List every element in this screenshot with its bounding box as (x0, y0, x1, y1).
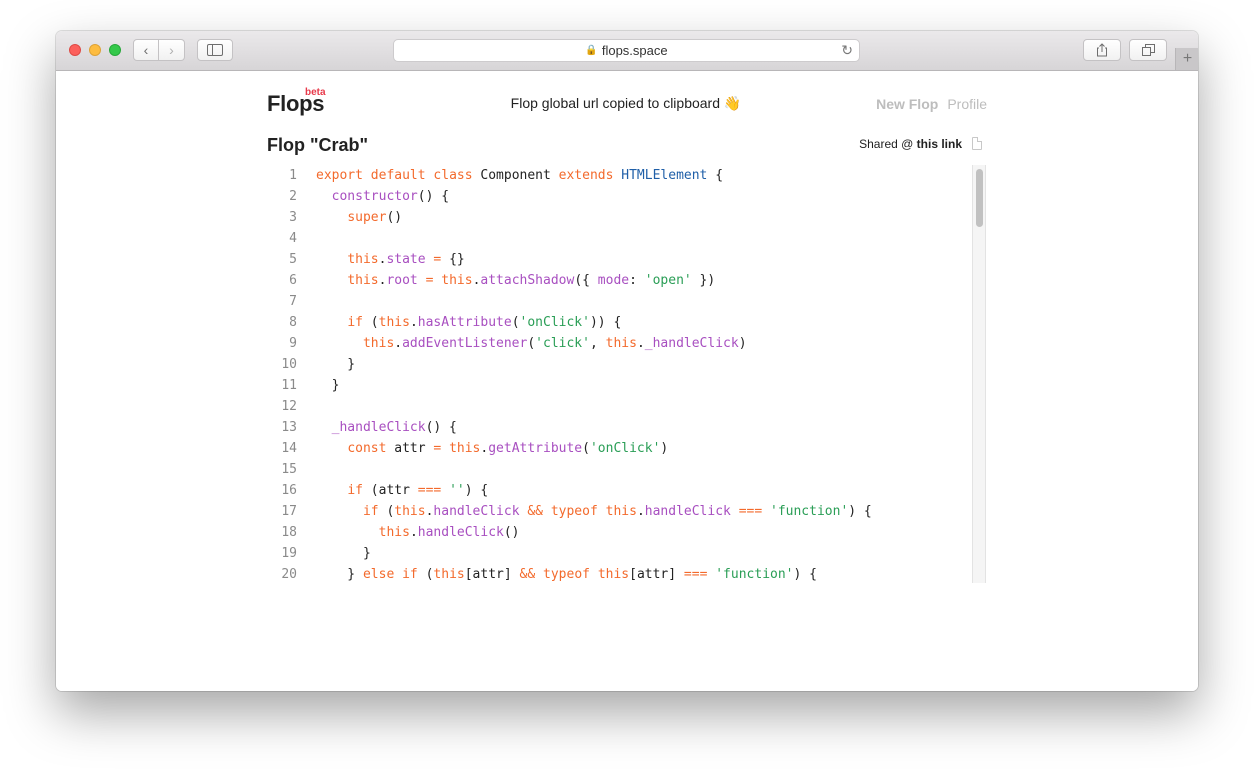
chevron-right-icon: › (169, 42, 174, 58)
minimize-window-button[interactable] (89, 44, 101, 56)
share-icon (1097, 43, 1107, 57)
code-line[interactable]: 18 this.handleClick() (267, 522, 987, 543)
code-line[interactable]: 2 constructor() { (267, 186, 987, 207)
code-text[interactable]: this.state = {} (316, 249, 464, 270)
toast-message: Flop global url copied to clipboard (510, 95, 721, 111)
line-number: 10 (281, 357, 297, 372)
line-number: 18 (281, 525, 297, 540)
scrollbar-thumb[interactable] (976, 169, 983, 227)
chevron-left-icon: ‹ (143, 42, 149, 58)
flop-title: Flop "Crab" (267, 135, 369, 155)
line-number: 7 (289, 294, 297, 309)
code-text[interactable]: constructor() { (316, 186, 449, 207)
document-icon[interactable] (972, 137, 982, 150)
code-text[interactable]: this.handleClick() (316, 522, 520, 543)
code-text[interactable]: super() (316, 207, 402, 228)
browser-window: ‹ › 🔒 flops.space ↻ + Flops beta Flop gl… (56, 31, 1198, 691)
clipboard-toast: Flop global url copied to clipboard 👋 (486, 95, 766, 112)
code-line[interactable]: 9 this.addEventListener('click', this._h… (267, 333, 987, 354)
line-number: 16 (281, 483, 297, 498)
code-line[interactable]: 20 } else if (this[attr] && typeof this[… (267, 564, 987, 581)
code-line[interactable]: 10 } (267, 354, 987, 375)
code-text[interactable]: if (this.handleClick && typeof this.hand… (316, 501, 872, 522)
line-number: 8 (289, 315, 297, 330)
new-tab-button[interactable]: + (1175, 48, 1198, 70)
line-number: 9 (289, 336, 297, 351)
code-line[interactable]: 19 } (267, 543, 987, 564)
close-window-button[interactable] (69, 44, 81, 56)
code-line[interactable]: 4 (267, 228, 987, 249)
code-line[interactable]: 17 if (this.handleClick && typeof this.h… (267, 501, 987, 522)
line-number: 5 (289, 252, 297, 267)
code-text[interactable]: } (316, 354, 355, 375)
zoom-window-button[interactable] (109, 44, 121, 56)
address-bar[interactable]: 🔒 flops.space ↻ (393, 39, 860, 62)
line-number: 11 (281, 378, 297, 393)
line-number: 3 (289, 210, 297, 225)
new-flop-link[interactable]: New Flop (876, 96, 938, 112)
line-number: 15 (281, 462, 297, 477)
code-text[interactable]: } (316, 375, 340, 396)
line-number: 2 (289, 189, 297, 204)
beta-badge: beta (305, 87, 326, 98)
waving-hand-icon: 👋 (723, 95, 742, 111)
url-text: flops.space (601, 43, 668, 58)
tabs-icon (1141, 44, 1155, 56)
line-number: 20 (281, 567, 297, 581)
code-text[interactable]: if (this.hasAttribute('onClick')) { (316, 312, 621, 333)
forward-button[interactable]: › (159, 39, 185, 61)
code-text[interactable]: this.addEventListener('click', this._han… (316, 333, 747, 354)
code-line[interactable]: 1 export default class Component extends … (267, 165, 987, 186)
line-number: 13 (281, 420, 297, 435)
code-line[interactable]: 3 super() (267, 207, 987, 228)
top-nav: New Flop Profile (876, 96, 987, 112)
code-line[interactable]: 8 if (this.hasAttribute('onClick')) { (267, 312, 987, 333)
code-line[interactable]: 15 (267, 459, 987, 480)
code-line[interactable]: 5 this.state = {} (267, 249, 987, 270)
code-line[interactable]: 12 (267, 396, 987, 417)
code-line[interactable]: 13 _handleClick() { (267, 417, 987, 438)
back-button[interactable]: ‹ (133, 39, 159, 61)
sidebar-icon (207, 44, 223, 56)
browser-toolbar: ‹ › 🔒 flops.space ↻ + (56, 31, 1198, 71)
share-link[interactable]: this link (917, 137, 962, 151)
code-text[interactable]: if (attr === '') { (316, 480, 488, 501)
code-line[interactable]: 11 } (267, 375, 987, 396)
code-editor[interactable]: 1 export default class Component extends … (267, 165, 987, 581)
lock-icon: 🔒 (585, 45, 598, 56)
line-number: 4 (289, 231, 297, 246)
code-text[interactable]: export default class Component extends H… (316, 165, 723, 186)
code-text[interactable]: } (316, 543, 371, 564)
code-line[interactable]: 6 this.root = this.attachShadow({ mode: … (267, 270, 987, 291)
code-text[interactable]: _handleClick() { (316, 417, 457, 438)
code-text[interactable]: } else if (this[attr] && typeof this[att… (316, 564, 817, 581)
line-number: 6 (289, 273, 297, 288)
share-button[interactable] (1083, 39, 1121, 61)
line-number: 12 (281, 399, 297, 414)
reload-icon[interactable]: ↻ (841, 42, 853, 59)
line-number: 17 (281, 504, 297, 519)
line-number: 1 (289, 168, 297, 183)
page-content: Flops beta Flop global url copied to cli… (56, 71, 1198, 691)
code-text[interactable]: const attr = this.getAttribute('onClick'… (316, 438, 668, 459)
plus-icon: + (1182, 50, 1193, 67)
code-line[interactable]: 7 (267, 291, 987, 312)
history-nav: ‹ › (133, 39, 185, 61)
shared-info: Shared @ this link (859, 137, 962, 151)
tabs-overview-button[interactable] (1129, 39, 1167, 61)
code-text[interactable]: this.root = this.attachShadow({ mode: 'o… (316, 270, 715, 291)
sidebar-toggle-button[interactable] (197, 39, 233, 61)
editor-scrollbar[interactable] (972, 165, 986, 583)
profile-link[interactable]: Profile (947, 96, 987, 112)
line-number: 14 (281, 441, 297, 456)
line-number: 19 (281, 546, 297, 561)
code-line[interactable]: 16 if (attr === '') { (267, 480, 987, 501)
shared-prefix: Shared @ (859, 137, 917, 151)
code-line[interactable]: 14 const attr = this.getAttribute('onCli… (267, 438, 987, 459)
